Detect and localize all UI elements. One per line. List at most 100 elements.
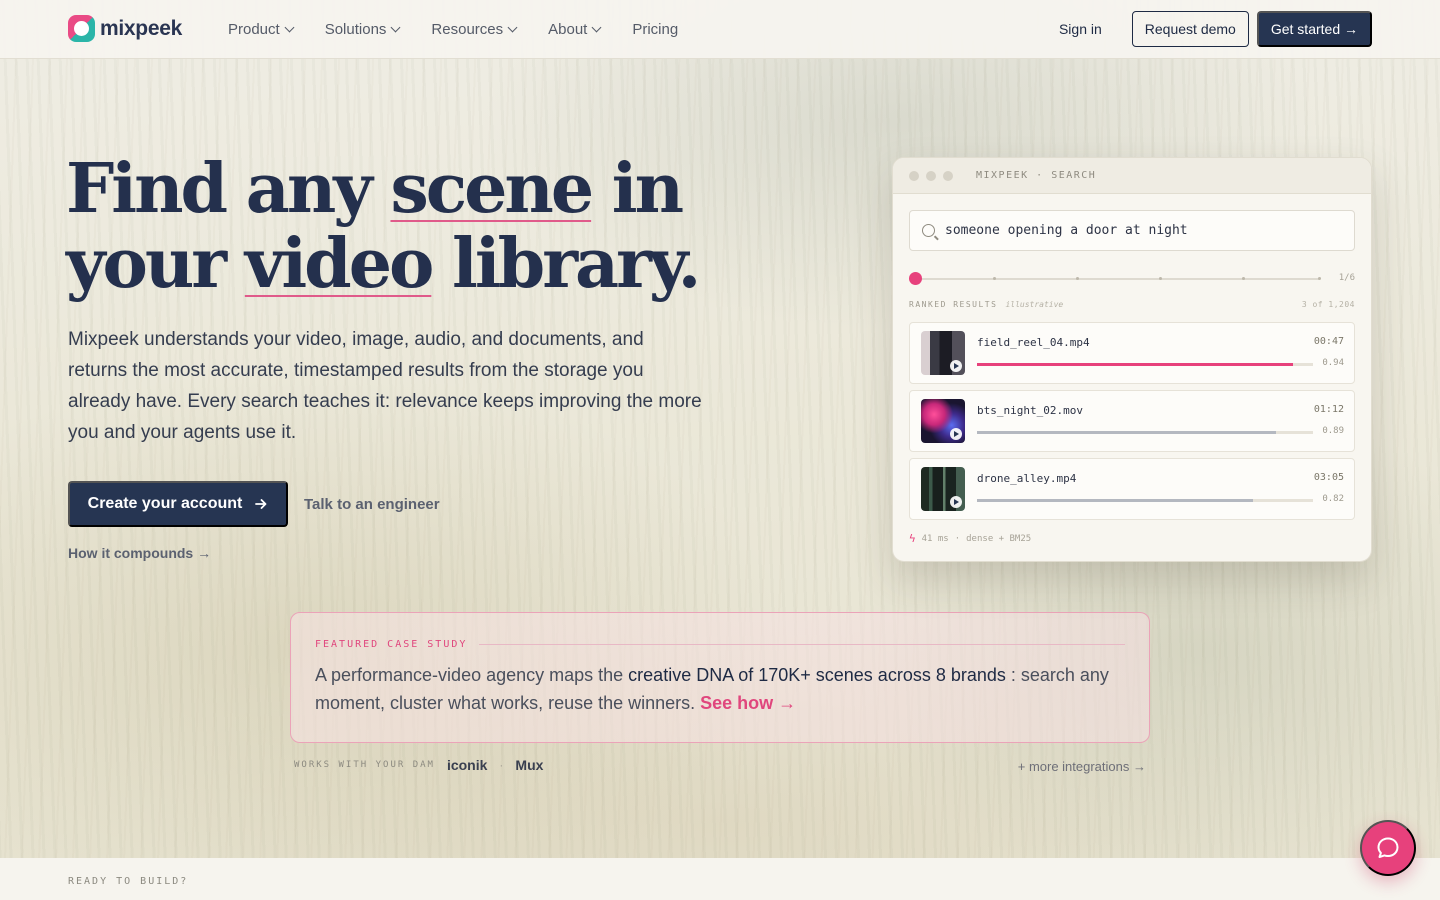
hero-title-highlight-video: video	[244, 224, 435, 304]
chevron-down-icon	[507, 22, 518, 32]
result-item[interactable]: bts_night_02.mov 01:12 0.89	[909, 390, 1355, 452]
step-tick	[1318, 277, 1321, 280]
chat-bubble-icon	[1377, 837, 1399, 858]
hero-title: Find any scene in your video library.	[66, 152, 766, 302]
result-item[interactable]: field_reel_04.mp4 00:47 0.94	[909, 322, 1355, 384]
hero-title-part: Find any	[66, 149, 391, 229]
case-study-text-part: A performance-video agency maps the	[315, 665, 629, 685]
result-score: 0.94	[1322, 358, 1344, 368]
top-nav: mixpeek Product Solutions Resources Abou…	[0, 0, 1440, 59]
result-score-fill	[977, 363, 1293, 366]
result-item[interactable]: drone_alley.mp4 03:05 0.82	[909, 458, 1355, 520]
result-filename: bts_night_02.mov	[977, 404, 1083, 417]
talk-to-engineer-link[interactable]: Talk to an engineer	[304, 496, 440, 513]
video-thumbnail	[921, 467, 965, 511]
window-dot-icon	[909, 170, 919, 181]
card-header-title: MIXPEEK · SEARCH	[976, 170, 1097, 181]
case-study-highlight: creative DNA of 170K+ scenes across 8 br…	[628, 665, 1006, 685]
divider	[479, 644, 1125, 645]
nav-item-label: About	[548, 20, 588, 38]
integration-iconik[interactable]: iconik	[447, 757, 487, 773]
integration-mux[interactable]: Mux	[515, 757, 543, 773]
step-progress: 1/6	[909, 272, 1355, 286]
ranked-results-count: 3 of 1,204	[1301, 300, 1355, 309]
step-knob[interactable]	[909, 272, 922, 285]
window-dot-icon	[943, 170, 953, 181]
step-tick	[1242, 277, 1245, 280]
result-timestamp: 01:12	[1313, 404, 1344, 415]
result-score-bar	[977, 431, 1313, 434]
nav-item-resources[interactable]: Resources	[431, 20, 518, 38]
play-icon	[950, 360, 962, 372]
chat-button[interactable]	[1360, 820, 1416, 876]
result-score-bar	[977, 363, 1313, 366]
logo[interactable]: mixpeek	[68, 15, 182, 42]
nav-item-label: Pricing	[632, 20, 679, 38]
step-label: 1/6	[1338, 273, 1355, 283]
get-started-button[interactable]: Get started →	[1256, 11, 1372, 47]
hero-title-part: library.	[431, 224, 701, 304]
nav-item-solutions[interactable]: Solutions	[324, 20, 401, 38]
result-filename: drone_alley.mp4	[977, 472, 1077, 485]
play-icon	[950, 496, 962, 508]
nav-item-about[interactable]: About	[548, 20, 602, 38]
more-integrations-link[interactable]: + more integrations →	[1018, 759, 1146, 774]
dam-integrations: WORKS WITH YOUR DAM iconik · Mux	[294, 757, 543, 773]
featured-case-study: FEATURED CASE STUDY A performance-video …	[290, 612, 1150, 743]
search-input[interactable]: someone opening a door at night	[909, 210, 1355, 251]
nav-item-product[interactable]: Product	[228, 20, 295, 38]
nav-item-label: Resources	[431, 20, 504, 38]
create-account-label: Create your account	[87, 495, 243, 512]
step-tick	[1159, 277, 1162, 280]
how-it-compounds-link[interactable]: How it compounds →	[68, 545, 211, 561]
nav-item-pricing[interactable]: Pricing	[632, 21, 678, 38]
logo-text: mixpeek	[100, 16, 182, 40]
nav-links: Product Solutions Resources About Pricin…	[228, 0, 678, 58]
hero-subtitle: Mixpeek understands your video, image, a…	[68, 329, 702, 443]
nav-actions: Sign in Request demo Get started →	[1059, 11, 1372, 47]
search-mode-text: dense + BM25	[966, 533, 1032, 544]
result-timestamp: 03:05	[1313, 472, 1344, 483]
case-study-label: FEATURED CASE STUDY	[315, 639, 468, 650]
result-timestamp: 00:47	[1313, 336, 1344, 347]
ready-to-build-label: READY TO BUILD?	[68, 876, 189, 887]
chevron-down-icon	[284, 22, 295, 32]
result-score-bar	[977, 499, 1313, 502]
ranked-results-header: RANKED RESULTS illustrative 3 of 1,204	[909, 300, 1355, 309]
case-study-label-row: FEATURED CASE STUDY	[315, 639, 1125, 650]
search-demo-card: MIXPEEK · SEARCH someone opening a door …	[892, 157, 1372, 562]
nav-item-label: Solutions	[324, 20, 387, 38]
video-thumbnail	[921, 331, 965, 375]
search-icon	[922, 224, 935, 237]
nav-item-label: Product	[228, 20, 280, 38]
result-score-fill	[977, 499, 1253, 502]
create-account-button[interactable]: Create your account	[68, 481, 288, 527]
result-score: 0.82	[1322, 494, 1344, 504]
card-header: MIXPEEK · SEARCH	[893, 158, 1371, 194]
result-score: 0.89	[1322, 426, 1344, 436]
step-tick	[1076, 277, 1079, 280]
search-query: someone opening a door at night	[945, 223, 1188, 238]
chevron-down-icon	[591, 22, 602, 32]
card-footer: ϟ 41 ms · dense + BM25	[909, 532, 1031, 545]
footer-separator: ·	[954, 533, 961, 544]
step-tick	[993, 277, 996, 280]
chevron-down-icon	[390, 22, 401, 32]
latency-text: 41 ms	[921, 533, 949, 544]
see-how-link[interactable]: See how →	[700, 693, 796, 713]
video-thumbnail	[921, 399, 965, 443]
sign-in-link[interactable]: Sign in	[1059, 21, 1102, 37]
hero-title-highlight-scene: scene	[390, 149, 594, 229]
result-score-fill	[977, 431, 1277, 434]
play-icon	[950, 428, 962, 440]
request-demo-button[interactable]: Request demo	[1131, 11, 1249, 47]
ranked-results-label: RANKED RESULTS	[909, 300, 998, 309]
arrow-right-icon	[255, 499, 267, 509]
ranked-results-note: illustrative	[1005, 300, 1064, 309]
step-track	[917, 278, 1320, 280]
logo-mark-icon	[68, 15, 95, 42]
result-filename: field_reel_04.mp4	[977, 336, 1090, 349]
integration-separator: ·	[499, 758, 504, 772]
ready-to-build-section: READY TO BUILD?	[0, 858, 1440, 900]
window-dot-icon	[926, 170, 936, 181]
